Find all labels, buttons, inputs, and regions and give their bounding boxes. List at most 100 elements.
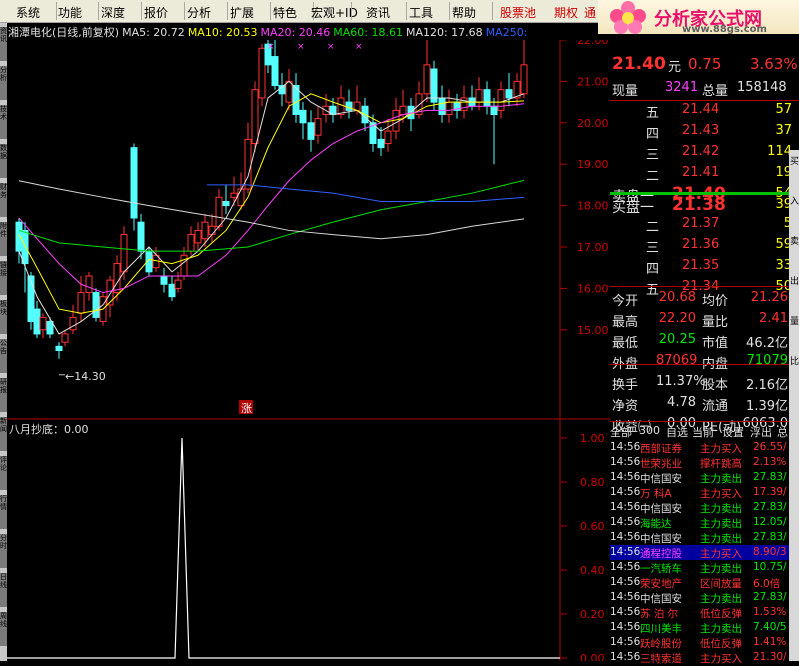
tick-tab-6[interactable]: 总 bbox=[777, 424, 788, 440]
price-tick-label: 19.00 bbox=[577, 158, 609, 171]
menu-item-2[interactable]: 深度 bbox=[101, 4, 125, 21]
tick-time: 14:56 bbox=[610, 636, 641, 648]
sidebar-tab-8[interactable]: 公告 bbox=[0, 339, 7, 373]
sidebar-tab-9[interactable]: 研报 bbox=[0, 378, 7, 412]
menu-item-9[interactable]: 工具 bbox=[409, 4, 433, 21]
tick-row[interactable]: 14:56 中信国安 主力卖出 27.83/ bbox=[610, 470, 799, 485]
buy-row-2: 四 21.35 33 bbox=[610, 256, 799, 277]
candle-body bbox=[445, 101, 453, 116]
sell-row-0: 五 21.44 57 bbox=[610, 100, 799, 121]
tick-row[interactable]: 14:56 世荣兆业 撑杆跳高 2.13% bbox=[610, 455, 799, 470]
stat-value: 2.41 bbox=[759, 311, 788, 326]
candle-body bbox=[180, 254, 188, 277]
tick-row[interactable]: 14:56 中信国安 主力卖出 27.83/ bbox=[610, 530, 799, 545]
sell-price: 21.44 bbox=[682, 102, 720, 117]
tick-row[interactable]: 14:56 一汽轿车 主力卖出 10.75/ bbox=[610, 560, 799, 575]
edge-char: 入 bbox=[790, 197, 799, 207]
candle-body bbox=[215, 196, 223, 227]
stat-value: 71079 bbox=[746, 353, 788, 368]
edge-char: 卖 bbox=[790, 237, 799, 247]
tick-row[interactable]: 14:56 跃岭股份 低位反弹 1.41% bbox=[610, 635, 799, 650]
candle-body bbox=[490, 105, 498, 116]
low-price-label: ←14.30 bbox=[65, 370, 106, 383]
tick-signal: 主力卖出 bbox=[700, 623, 742, 635]
sell-price: 21.43 bbox=[682, 123, 720, 138]
sell-price: 21.41 bbox=[682, 165, 720, 180]
tick-signal: 主力买入 bbox=[700, 443, 742, 455]
sidebar-tab-12[interactable]: 行情 bbox=[0, 495, 7, 529]
candle-body bbox=[69, 316, 77, 331]
tick-signal: 主力卖出 bbox=[700, 563, 742, 575]
tick-row[interactable]: 14:56 中信国安 主力卖出 27.83/ bbox=[610, 500, 799, 515]
tick-tab-2[interactable]: 自选 bbox=[666, 424, 688, 440]
menu-item-0[interactable]: 系统 bbox=[16, 4, 40, 21]
menu-item-5[interactable]: 扩展 bbox=[230, 4, 254, 21]
tick-tab-4[interactable]: 设置 bbox=[722, 424, 744, 440]
sidebar-tab-7[interactable]: 板块 bbox=[0, 300, 7, 334]
tick-row[interactable]: 14:56 三特索道 主力买入 21.30/ bbox=[610, 650, 799, 665]
sell-price: 21.42 bbox=[682, 144, 720, 159]
menu-item-3[interactable]: 报价 bbox=[144, 4, 168, 21]
sidebar-tab-13[interactable]: 分时 bbox=[0, 534, 7, 568]
candle-body bbox=[55, 345, 63, 351]
menu-highlight-0[interactable]: 股票池 bbox=[500, 4, 536, 21]
stat-value: 11.37% bbox=[656, 374, 706, 389]
sidebar-tab-1[interactable]: 分析 bbox=[0, 66, 7, 100]
tick-row[interactable]: 14:56 四川美丰 主力卖出 7.40/5 bbox=[610, 620, 799, 635]
indicator-chart[interactable]: 1.00 0.80 0.60 0.40 0.20 0.00 bbox=[7, 420, 610, 661]
tick-row[interactable]: 14:56 中信国安 主力卖出 27.83/ bbox=[610, 590, 799, 605]
candle-body bbox=[384, 130, 392, 145]
menu-item-8[interactable]: 资讯 bbox=[366, 4, 390, 21]
menu-item-6[interactable]: 特色 bbox=[273, 4, 297, 21]
candle-body bbox=[130, 147, 138, 219]
sidebar-tab-6[interactable]: 链接 bbox=[0, 261, 7, 295]
tick-signal: 低位反弹 bbox=[700, 638, 742, 650]
tick-row[interactable]: 14:56 海能达 主力卖出 12.05/ bbox=[610, 515, 799, 530]
limit-up-marker: 涨 bbox=[241, 402, 252, 415]
sidebar-tab-5[interactable]: 附件 bbox=[0, 222, 7, 256]
tick-time: 14:56 bbox=[610, 621, 641, 633]
kline-chart[interactable]: 22.00 21.00 20.00 19.00 18.00 17.00 16.00 15.00… bbox=[7, 40, 610, 420]
sidebar-tab-11[interactable]: 评论 bbox=[0, 456, 7, 490]
menu-highlight-1[interactable]: 期权 bbox=[554, 4, 578, 21]
tick-tab-1[interactable]: 300 bbox=[639, 424, 660, 437]
tick-tab-5[interactable]: 浮出 bbox=[750, 424, 772, 440]
tick-row[interactable]: 14:56 万 科A 主力买入 17.39/ bbox=[610, 485, 799, 500]
tick-signal: 主力卖出 bbox=[700, 473, 742, 485]
signal-marker: × bbox=[355, 42, 363, 52]
indicator-line bbox=[7, 437, 560, 659]
sidebar-tab-0[interactable]: 资讯 bbox=[0, 27, 7, 61]
price-unit: 元 bbox=[668, 60, 682, 75]
sidebar-tab-4[interactable]: 财务 bbox=[0, 183, 7, 217]
tick-row[interactable]: 14:56 西部证券 主力买入 26.55/ bbox=[610, 440, 799, 455]
menu-highlight-2[interactable]: 通 bbox=[584, 4, 596, 21]
menu-item-10[interactable]: 帮助 bbox=[452, 4, 476, 21]
tick-stock-name: 一汽轿车 bbox=[640, 563, 682, 575]
candle-body bbox=[314, 118, 322, 136]
sidebar-tab-15[interactable]: 周线 bbox=[0, 612, 7, 646]
tick-value: 27.83/ bbox=[753, 591, 787, 603]
sidebar-tab-14[interactable]: 日线 bbox=[0, 573, 7, 607]
tick-stock-name: 苏 泊 尔 bbox=[640, 608, 679, 620]
sidebar-tab-10[interactable]: 新闻 bbox=[0, 417, 7, 451]
menu-item-4[interactable]: 分析 bbox=[187, 4, 211, 21]
sidebar-tab-3[interactable]: 数据 bbox=[0, 144, 7, 178]
tick-row[interactable]: 14:56 苏 泊 尔 低位反弹 1.53% bbox=[610, 605, 799, 620]
candle-body bbox=[475, 89, 483, 103]
menu-separator bbox=[56, 2, 57, 20]
osc-tick-label: 0.40 bbox=[580, 564, 605, 577]
price-change: 0.75 bbox=[688, 55, 722, 73]
tick-tab-3[interactable]: 当前 bbox=[692, 424, 714, 440]
quote-panel: 21.40 元 0.75 3.63% 现量 3241 总量 158148 五 21.44 57 四 21… bbox=[610, 50, 799, 665]
tick-row[interactable]: 14:56 荣安地产 区间放量 6.0倍 bbox=[610, 575, 799, 590]
ma-label-2: MA20: 20.46 bbox=[260, 26, 331, 39]
sell-row-3: 二 21.41 19 bbox=[610, 163, 799, 184]
tick-row[interactable]: 14:56 通程控股 主力买入 8.90/3 bbox=[610, 545, 799, 560]
tick-tab-0[interactable]: 全部 bbox=[610, 424, 632, 440]
menu-item-1[interactable]: 功能 bbox=[58, 4, 82, 21]
tick-signal: 主力买入 bbox=[700, 653, 742, 665]
candle-body bbox=[230, 192, 238, 198]
buy-level-label: 二 bbox=[646, 220, 660, 235]
sidebar-tab-strip: 资讯分析技术数据财务附件链接板块公告研报新闻评论行情分时日线周线 bbox=[0, 23, 7, 661]
sidebar-tab-2[interactable]: 技术 bbox=[0, 105, 7, 139]
